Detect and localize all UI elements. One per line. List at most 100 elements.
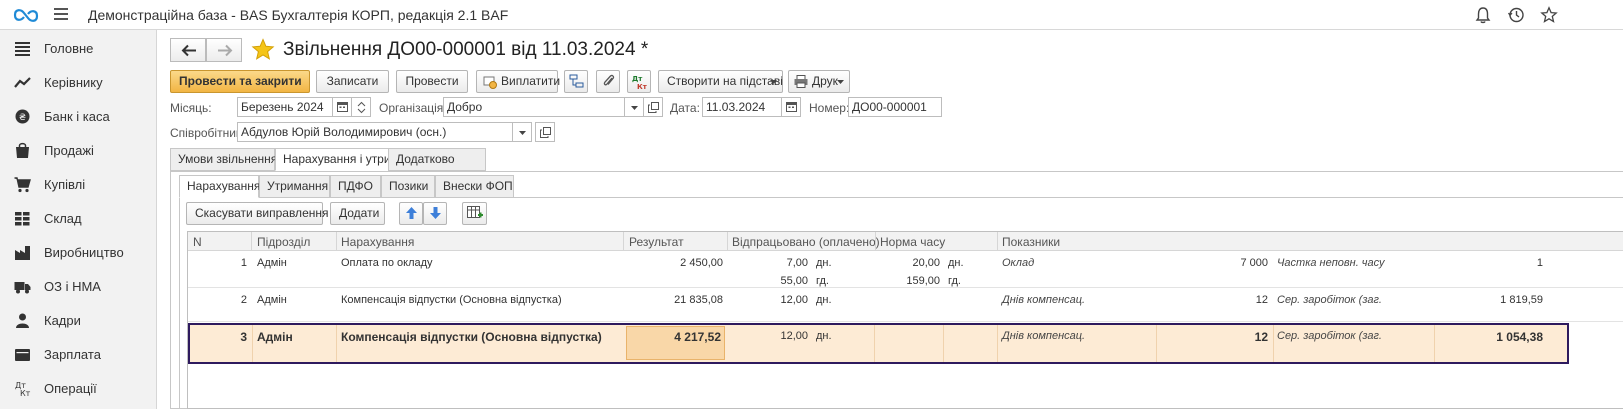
row-indicator1-value: 12 (1254, 330, 1268, 344)
date-input[interactable]: 11.03.2024 (702, 97, 782, 117)
sidebar-item-warehouse[interactable]: Склад (0, 201, 157, 235)
tab-dismissal-conditions[interactable]: Умови звільнення (170, 148, 277, 171)
arrow-up-icon (406, 207, 417, 219)
truck-icon (14, 282, 31, 294)
table-row[interactable]: 2 Адмін Компенсація відпустки (Основна в… (188, 288, 1623, 322)
row-result: 4 217,52 (674, 330, 721, 344)
row-indicator1-value: 7 000 (1240, 257, 1268, 269)
row-indicator2-name: Частка неповн. часу (1277, 257, 1385, 269)
row-accrual: Оплата по окладу (341, 257, 433, 269)
dt-kt-icon: ДтКт (632, 75, 648, 90)
table-row[interactable]: 1 Адмін Оплата по окладу 2 450,00 7,00 д… (188, 251, 1623, 288)
col-header-department[interactable]: Підрозділ (257, 235, 310, 249)
number-input[interactable]: ДО00-000001 (848, 97, 942, 117)
document-form: Звільнення ДО00-000001 від 11.03.2024 * … (158, 30, 1623, 409)
subtab-pdfo[interactable]: ПДФО (330, 175, 381, 198)
row-worked-hours-unit: гд. (816, 275, 829, 287)
col-header-time-norm[interactable]: Норма часу (880, 235, 945, 249)
top-bar: Демонстраційна база - BAS Бухгалтерія КО… (0, 0, 1623, 30)
month-input[interactable]: Березень 2024 (237, 97, 333, 117)
calendar-button[interactable] (332, 97, 352, 117)
tab-additional[interactable]: Додатково (388, 148, 486, 171)
sidebar-item-salary[interactable]: Зарплата (0, 337, 157, 371)
row-department: Адмін (257, 257, 287, 269)
cancel-corrections-button[interactable]: Скасувати виправлення (186, 202, 329, 225)
organization-dropdown-button[interactable] (624, 97, 644, 117)
main-menu-icon[interactable] (54, 8, 68, 20)
sidebar-item-label: Керівнику (44, 75, 103, 90)
table-settings-button[interactable] (462, 202, 487, 225)
attach-files-button[interactable] (596, 70, 620, 93)
employee-dropdown-button[interactable] (512, 122, 532, 142)
row-indicator1-name: Днів компенсац. (1002, 330, 1086, 342)
post-button[interactable]: Провести (396, 70, 468, 93)
employee-label: Співробітник: (170, 126, 245, 140)
printer-icon (794, 75, 808, 88)
bag-icon (16, 142, 29, 158)
table-row-selected[interactable]: 3 Адмін Компенсація відпустки (Основна в… (188, 323, 1569, 364)
post-and-close-button[interactable]: Провести та закрити (170, 70, 310, 93)
row-indicator2-value: 1 054,38 (1496, 330, 1543, 344)
subtab-fop-contributions[interactable]: Внески ФОП (435, 175, 514, 198)
organization-open-button[interactable] (643, 97, 663, 117)
row-accrual: Компенсація відпустки (Основна відпустка… (341, 294, 562, 306)
bell-icon[interactable] (1474, 6, 1492, 24)
sidebar-item-label: Зарплата (44, 347, 101, 362)
row-norm-hours: 159,00 (906, 275, 940, 287)
row-indicator2-value: 1 819,59 (1500, 294, 1543, 306)
sidebar-item-main[interactable]: Головне (0, 31, 157, 65)
create-based-on-label: Створити на підставі (667, 74, 783, 88)
menu-lines-icon (15, 42, 30, 56)
add-button[interactable]: Додати (330, 202, 385, 225)
row-number: 2 (240, 294, 247, 306)
sidebar-item-production[interactable]: Виробництво (0, 235, 157, 269)
sidebar-item-operations[interactable]: Дт Кт Операції (0, 371, 157, 405)
date-calendar-button[interactable] (781, 97, 801, 117)
col-header-result[interactable]: Результат (629, 235, 684, 249)
sidebar-item-label: Банк і каса (44, 109, 110, 124)
favorites-star-icon[interactable] (1540, 6, 1558, 24)
sidebar-item-label: Головне (44, 41, 94, 56)
print-button[interactable]: Друк (788, 70, 850, 93)
col-header-worked[interactable]: Відпрацьовано (оплачено) (732, 235, 880, 249)
pay-button[interactable]: Виплатити (476, 70, 561, 93)
subtab-loans[interactable]: Позики (381, 175, 435, 198)
move-down-button[interactable] (423, 202, 447, 225)
row-result: 21 835,08 (674, 294, 723, 306)
app-logo-icon[interactable] (13, 6, 43, 24)
sidebar-item-hr[interactable]: Кадри (0, 303, 157, 337)
employee-input[interactable]: Абдулов Юрій Володимирович (осн.) (237, 122, 513, 142)
sidebar-item-manager[interactable]: Керівнику (0, 65, 157, 99)
month-stepper[interactable] (351, 97, 371, 117)
back-button[interactable] (170, 38, 206, 62)
sidebar-item-purchases[interactable]: Купівлі (0, 167, 157, 201)
sidebar-item-label: Кадри (44, 313, 81, 328)
organization-input[interactable]: Добро (443, 97, 625, 117)
trend-icon (14, 77, 31, 88)
forward-button[interactable] (206, 38, 242, 62)
pay-button-label: Виплатити (501, 74, 561, 88)
employee-open-button[interactable] (535, 122, 555, 142)
favorite-star-icon[interactable] (251, 38, 275, 62)
create-based-on-button[interactable]: Створити на підставі (658, 70, 783, 93)
subtab-accruals[interactable]: Нарахування (179, 175, 260, 198)
sidebar-item-fixed-assets[interactable]: ОЗ і НМА (0, 269, 157, 303)
row-accrual: Компенсація відпустки (Основна відпустка… (341, 330, 602, 344)
sidebar-item-sales[interactable]: Продажі (0, 133, 157, 167)
move-up-button[interactable] (399, 202, 423, 225)
col-header-n[interactable]: N (193, 235, 202, 249)
col-header-indicators[interactable]: Показники (1002, 235, 1060, 249)
sidebar-item-bank[interactable]: ₴ Банк і каса (0, 99, 157, 133)
row-result: 2 450,00 (680, 257, 723, 269)
subtab-deductions[interactable]: Утримання (259, 175, 330, 198)
row-worked-days: 7,00 (786, 257, 808, 269)
tab-accruals-deductions[interactable]: Нарахування і утримання (275, 148, 425, 171)
structure-button[interactable] (564, 70, 588, 93)
calendar-icon (337, 102, 348, 112)
save-button[interactable]: Записати (316, 70, 389, 93)
col-header-accrual[interactable]: Нарахування (341, 235, 414, 249)
chevron-down-icon (837, 80, 844, 84)
calendar-icon (786, 102, 797, 112)
history-icon[interactable] (1507, 6, 1525, 24)
dt-kt-button[interactable]: Дт Кт (627, 70, 651, 93)
